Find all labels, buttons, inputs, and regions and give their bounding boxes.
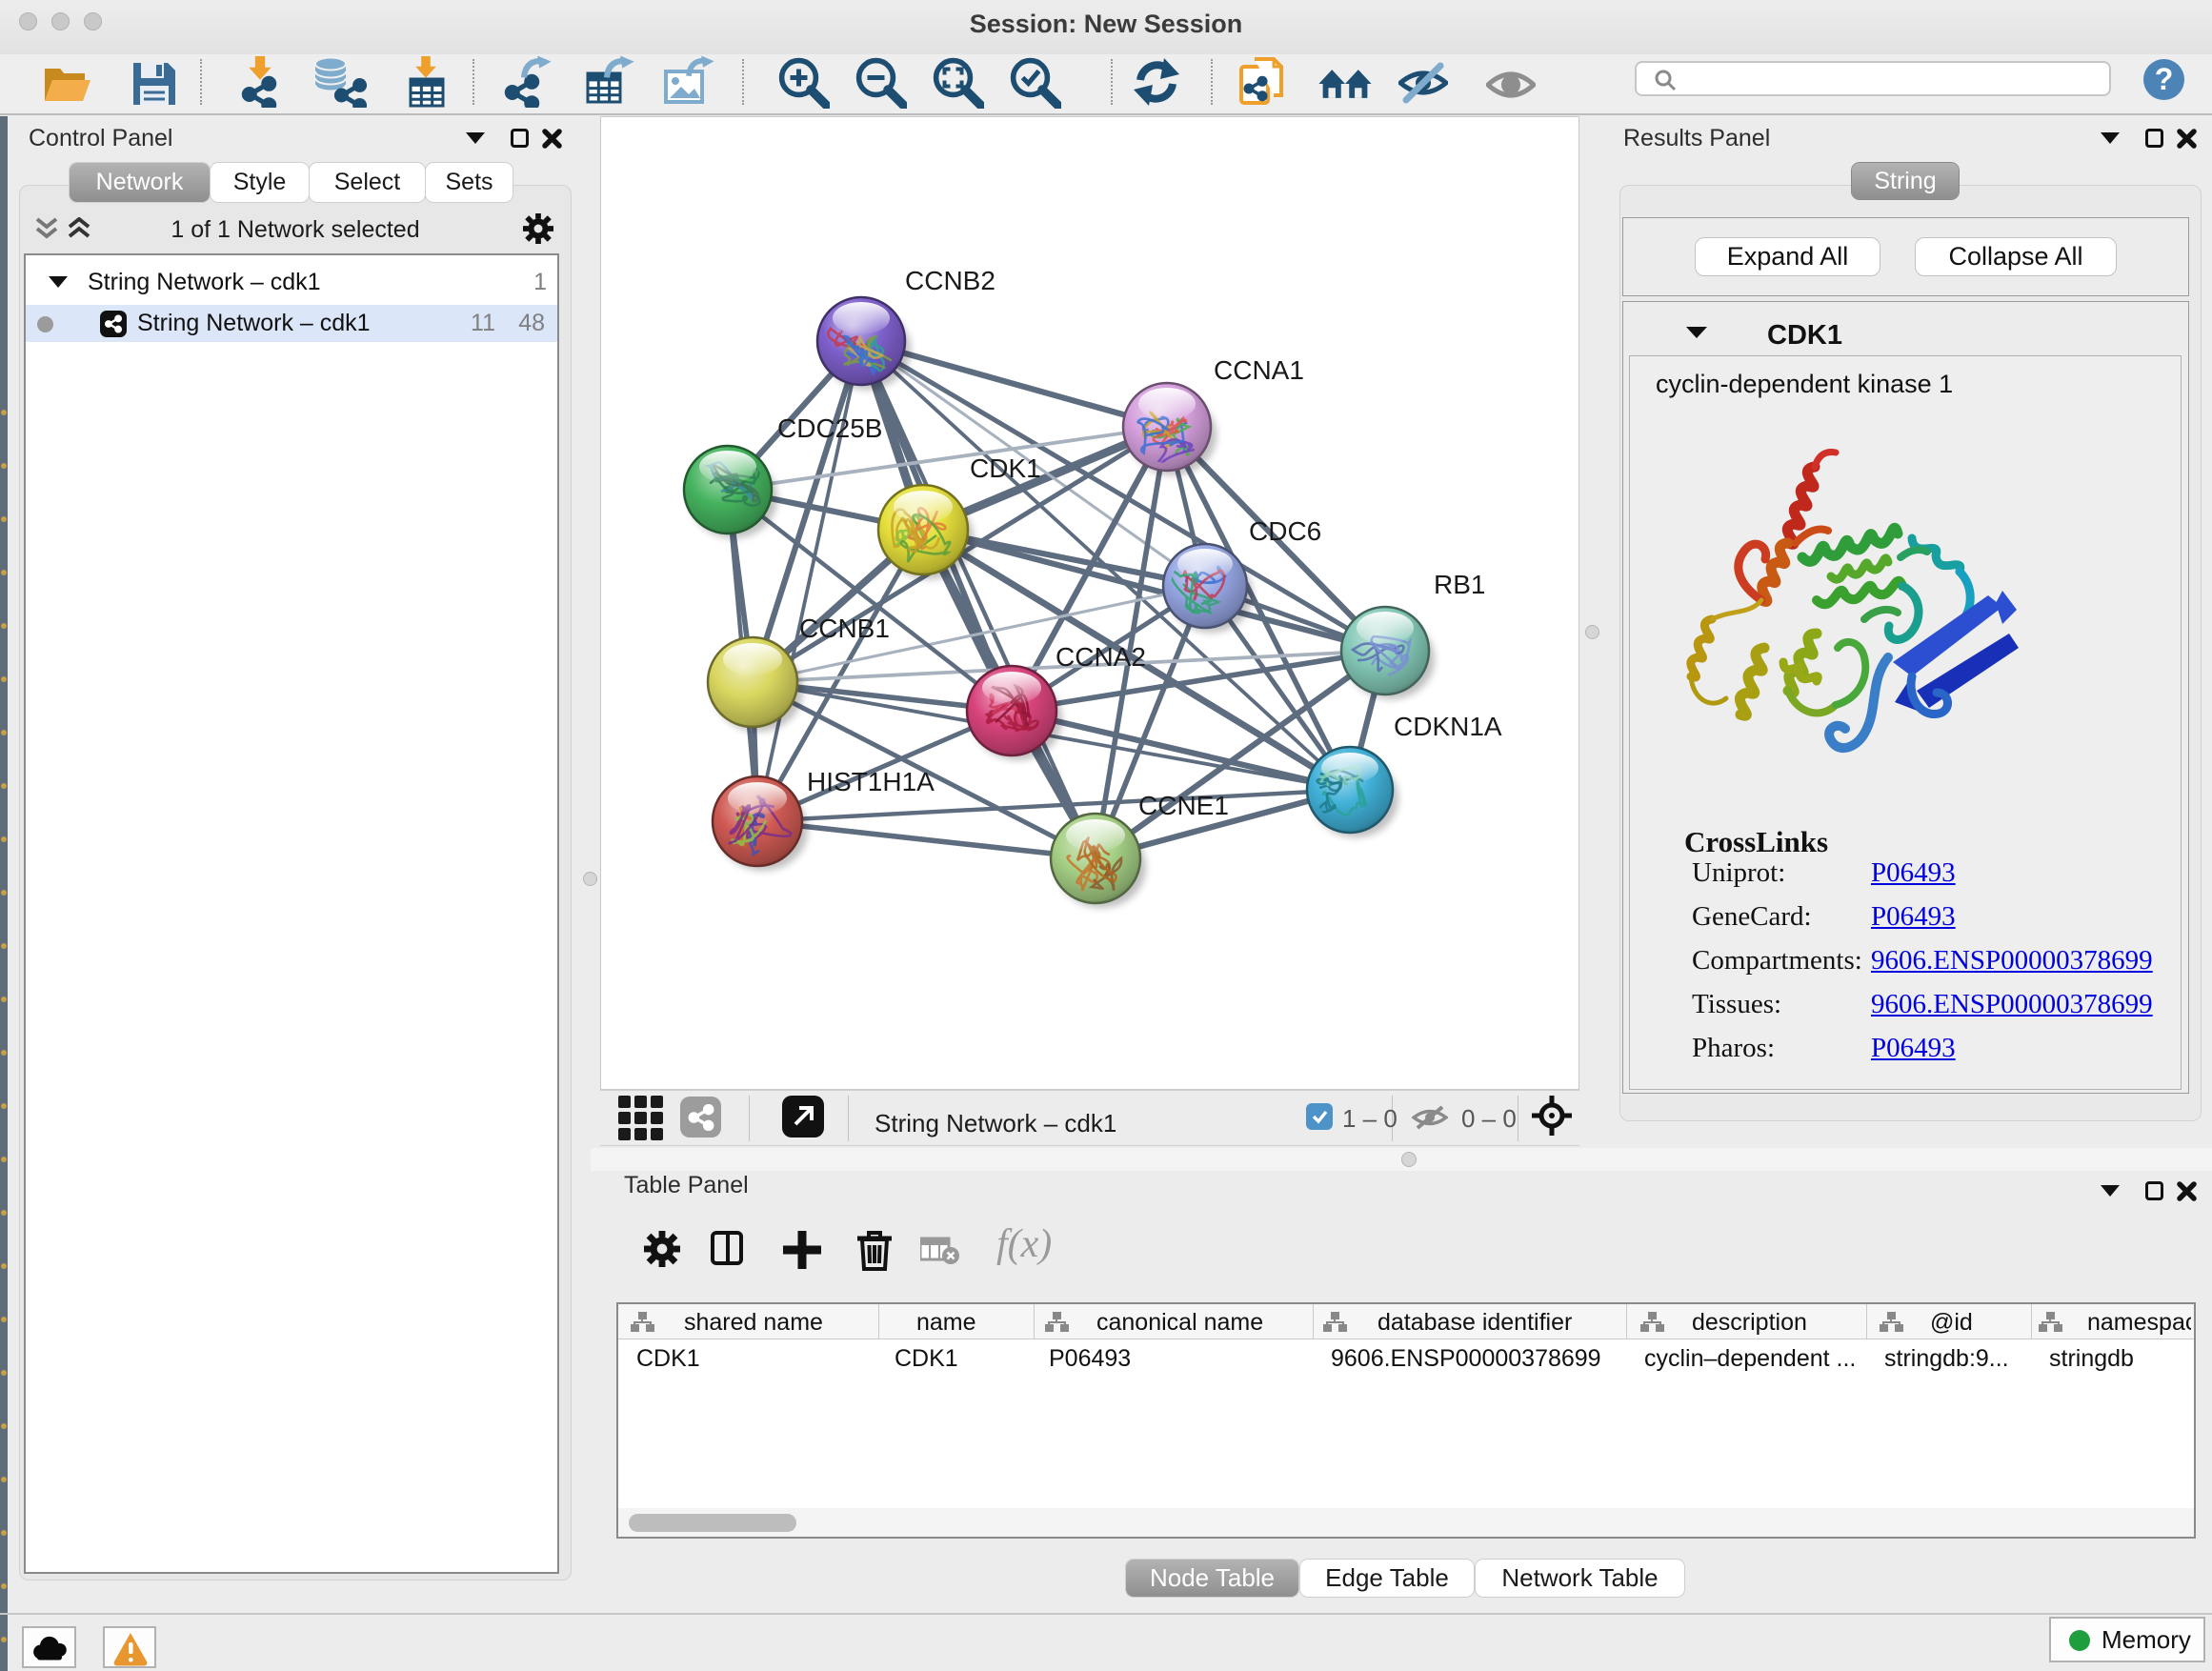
svg-text:CCNB2: CCNB2 (905, 266, 995, 295)
svg-text:CCNA1: CCNA1 (1214, 355, 1304, 385)
svg-text:CDC6: CDC6 (1249, 516, 1321, 546)
svg-text:RB1: RB1 (1434, 570, 1485, 599)
svg-text:CDKN1A: CDKN1A (1394, 712, 1502, 741)
svg-text:CCNB1: CCNB1 (799, 614, 890, 643)
svg-text:HIST1H1A: HIST1H1A (807, 767, 935, 796)
svg-text:CDC25B: CDC25B (777, 413, 882, 443)
svg-text:CDK1: CDK1 (970, 453, 1041, 483)
svg-text:CCNA2: CCNA2 (1056, 642, 1146, 672)
svg-text:CCNE1: CCNE1 (1138, 791, 1229, 820)
